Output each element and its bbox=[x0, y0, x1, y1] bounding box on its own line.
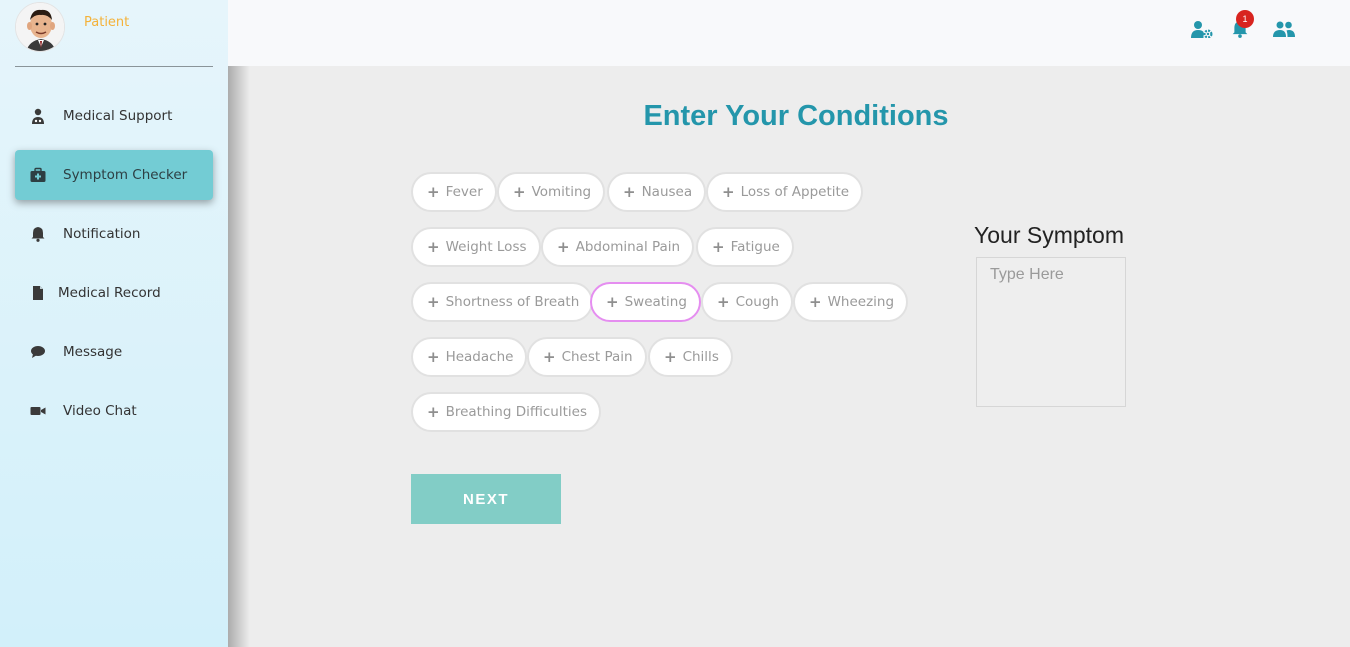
profile-header: Patient bbox=[15, 0, 213, 67]
condition-chip-sweating[interactable]: + Sweating bbox=[590, 282, 701, 322]
doctor-icon bbox=[30, 108, 46, 124]
notifications-button[interactable]: 1 bbox=[1228, 10, 1254, 40]
condition-label: Loss of Appetite bbox=[740, 184, 850, 200]
sidebar-item-video-chat[interactable]: Video Chat bbox=[15, 386, 213, 436]
plus-icon: + bbox=[717, 292, 730, 311]
plus-icon: + bbox=[722, 182, 735, 201]
sidebar-item-label: Medical Support bbox=[63, 108, 173, 124]
plus-icon: + bbox=[427, 347, 440, 366]
plus-icon: + bbox=[427, 402, 440, 421]
notification-badge: 1 bbox=[1236, 10, 1254, 28]
sidebar-item-label: Medical Record bbox=[58, 285, 161, 301]
sidebar-item-symptom-checker[interactable]: Symptom Checker bbox=[15, 150, 213, 200]
sidebar-item-label: Video Chat bbox=[63, 403, 137, 419]
condition-chip-loss-of-appetite[interactable]: + Loss of Appetite bbox=[706, 172, 864, 212]
condition-chip-headache[interactable]: + Headache bbox=[411, 337, 528, 377]
condition-label: Headache bbox=[445, 349, 514, 365]
sidebar-item-medical-support[interactable]: Medical Support bbox=[15, 91, 213, 141]
condition-chip-fever[interactable]: + Fever bbox=[411, 172, 497, 212]
plus-icon: + bbox=[809, 292, 822, 311]
condition-chip-chills[interactable]: + Chills bbox=[648, 337, 733, 377]
condition-chip-abdominal-pain[interactable]: + Abdominal Pain bbox=[541, 227, 695, 267]
sidebar: Patient Medical Support Symptom Checker … bbox=[0, 0, 228, 647]
sidebar-item-label: Symptom Checker bbox=[63, 167, 188, 183]
sidebar-item-message[interactable]: Message bbox=[15, 327, 213, 377]
plus-icon: + bbox=[427, 182, 440, 201]
condition-label: Breathing Difficulties bbox=[445, 404, 587, 420]
profile-name: Patient bbox=[84, 15, 130, 30]
condition-label: Chills bbox=[682, 349, 719, 365]
file-icon bbox=[30, 285, 46, 301]
sidebar-item-notification[interactable]: Notification bbox=[15, 209, 213, 259]
condition-label: Vomiting bbox=[531, 184, 592, 200]
video-camera-icon bbox=[30, 403, 46, 419]
condition-chip-nausea[interactable]: + Nausea bbox=[607, 172, 707, 212]
sidebar-shadow bbox=[228, 66, 250, 647]
bell-icon bbox=[30, 226, 46, 242]
users-icon[interactable] bbox=[1272, 18, 1296, 40]
plus-icon: + bbox=[623, 182, 636, 201]
symptom-input[interactable] bbox=[976, 257, 1126, 407]
plus-icon: + bbox=[557, 237, 570, 256]
top-bar: 1 bbox=[228, 0, 1350, 66]
symptom-label: Your Symptom bbox=[974, 222, 1124, 248]
plus-icon: + bbox=[543, 347, 556, 366]
condition-label: Abdominal Pain bbox=[575, 239, 681, 255]
condition-label: Fever bbox=[445, 184, 483, 200]
plus-icon: + bbox=[664, 347, 677, 366]
condition-chip-fatigue[interactable]: + Fatigue bbox=[696, 227, 794, 267]
condition-chip-cough[interactable]: + Cough bbox=[701, 282, 793, 322]
condition-label: Fatigue bbox=[730, 239, 780, 255]
condition-label: Nausea bbox=[641, 184, 693, 200]
condition-chip-vomiting[interactable]: + Vomiting bbox=[497, 172, 606, 212]
sidebar-item-label: Message bbox=[63, 344, 123, 360]
plus-icon: + bbox=[427, 237, 440, 256]
plus-icon: + bbox=[606, 292, 619, 311]
condition-chip-wheezing[interactable]: + Wheezing bbox=[793, 282, 909, 322]
chat-bubble-icon bbox=[30, 344, 46, 360]
condition-chip-weight-loss[interactable]: + Weight Loss bbox=[411, 227, 541, 267]
next-button[interactable]: NEXT bbox=[411, 474, 561, 524]
condition-chip-shortness-of-breath[interactable]: + Shortness of Breath bbox=[411, 282, 594, 322]
condition-label: Sweating bbox=[624, 294, 687, 310]
condition-label: Wheezing bbox=[827, 294, 895, 310]
sidebar-item-label: Notification bbox=[63, 226, 141, 242]
condition-label: Chest Pain bbox=[561, 349, 633, 365]
condition-chip-breathing-difficulties[interactable]: + Breathing Difficulties bbox=[411, 392, 601, 432]
avatar[interactable] bbox=[15, 2, 65, 52]
condition-label: Shortness of Breath bbox=[445, 294, 580, 310]
user-settings-icon[interactable] bbox=[1190, 18, 1214, 40]
plus-icon: + bbox=[513, 182, 526, 201]
condition-label: Cough bbox=[735, 294, 779, 310]
condition-label: Weight Loss bbox=[445, 239, 527, 255]
plus-icon: + bbox=[712, 237, 725, 256]
sidebar-item-medical-record[interactable]: Medical Record bbox=[15, 268, 213, 318]
medkit-icon bbox=[30, 167, 46, 183]
plus-icon: + bbox=[427, 292, 440, 311]
page-title: Enter Your Conditions bbox=[643, 100, 949, 132]
condition-chip-chest-pain[interactable]: + Chest Pain bbox=[527, 337, 647, 377]
